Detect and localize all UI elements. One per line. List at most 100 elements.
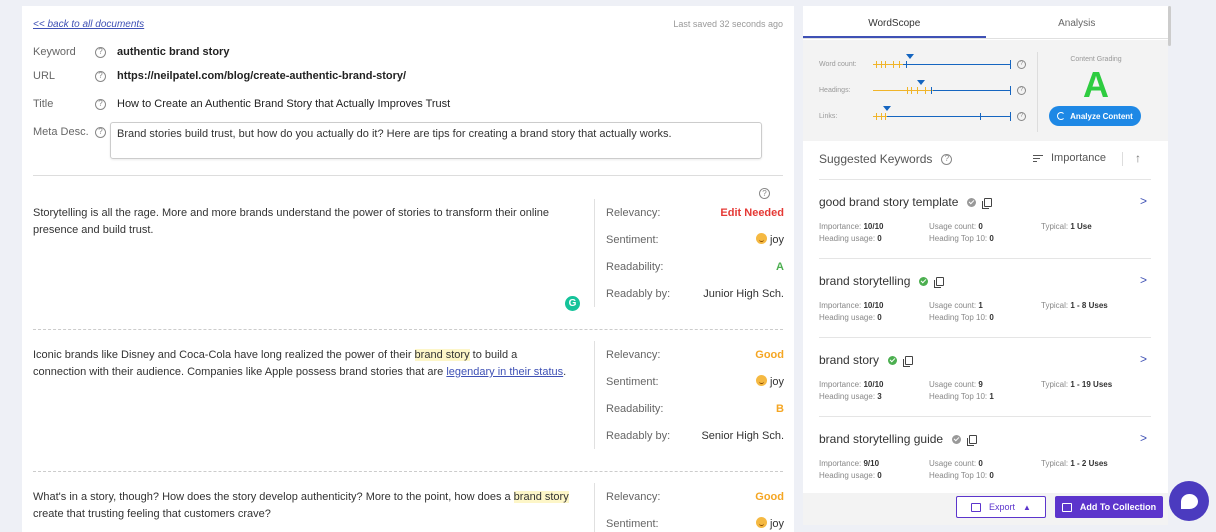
- check-icon: [888, 355, 898, 365]
- content-grading-title: Content Grading: [1070, 56, 1122, 63]
- keyword-name: good brand story template: [819, 195, 959, 209]
- url-label: URL: [33, 70, 56, 82]
- paragraph-link[interactable]: legendary in their status: [446, 366, 563, 378]
- sentiment-value: joy: [769, 234, 784, 246]
- gauge-label: Headings:: [819, 86, 851, 94]
- sort-label: Importance: [1051, 152, 1107, 164]
- keyword-name: brand storytelling guide: [819, 432, 944, 446]
- title-label: Title: [33, 98, 54, 110]
- sentiment-label: Sentiment:: [606, 233, 659, 246]
- sentiment-label: Sentiment:: [606, 375, 659, 388]
- keyword-card[interactable]: good brand story template > Importance: …: [819, 180, 1151, 259]
- sentiment-value: joy: [769, 518, 784, 530]
- url-row: URL ? https://neilpatel.com/blog/create-…: [33, 70, 406, 82]
- analyze-content-button[interactable]: Analyze Content: [1049, 106, 1141, 126]
- help-icon[interactable]: ?: [1017, 85, 1026, 95]
- readability-value: A: [776, 260, 784, 273]
- analyze-label: Analyze Content: [1070, 111, 1133, 121]
- keyword-row: Keyword ? authentic brand story: [33, 46, 229, 58]
- action-bar: Export ▲ Add To Collection: [803, 493, 1168, 525]
- copy-icon[interactable]: [967, 434, 978, 446]
- help-icon[interactable]: ?: [1017, 59, 1026, 69]
- keyword-card[interactable]: brand storytelling > Importance: 10/10 U…: [819, 259, 1151, 338]
- add-to-collection-button[interactable]: Add To Collection: [1055, 496, 1163, 518]
- keyword-card[interactable]: brand story > Importance: 10/10 Usage co…: [819, 338, 1151, 417]
- content-grading-area: Word count: ? Headings: ? Links: ? Conte…: [803, 40, 1168, 141]
- panel-tabs: WordScope Analysis: [803, 6, 1168, 39]
- readability-label: Readability:: [606, 402, 664, 415]
- help-icon[interactable]: ?: [759, 188, 770, 199]
- divider: [1122, 152, 1123, 166]
- readability-label: Readability:: [606, 260, 664, 273]
- chat-button[interactable]: [1169, 481, 1209, 521]
- tab-wordscope[interactable]: WordScope: [803, 6, 986, 38]
- copy-icon[interactable]: [934, 276, 945, 288]
- keyword-card[interactable]: brand storytelling guide > Importance: 9…: [819, 417, 1151, 496]
- relevancy-value: Edit Needed: [720, 206, 784, 219]
- help-icon[interactable]: ?: [95, 98, 106, 110]
- word-count-gauge: Word count: ?: [819, 54, 1026, 69]
- readably-by-value: Senior High Sch.: [701, 429, 784, 442]
- paragraph-2-metrics: Relevancy: Good Sentiment: joy Readability…: [594, 341, 784, 449]
- back-link[interactable]: << back to all documents: [33, 19, 144, 30]
- help-icon[interactable]: ?: [941, 153, 953, 165]
- suggested-keywords-header: Suggested Keywords ?: [819, 152, 963, 166]
- copy-icon[interactable]: [903, 355, 914, 367]
- keyword-name: brand story: [819, 353, 880, 367]
- help-icon[interactable]: ?: [95, 46, 106, 58]
- keyword-value[interactable]: authentic brand story: [117, 46, 229, 58]
- paragraph-1-metrics: Relevancy: Edit Needed Sentiment: joy Read…: [594, 199, 784, 307]
- relevancy-value: Good: [755, 490, 784, 503]
- add-to-collection-label: Add To Collection: [1079, 502, 1157, 512]
- paragraph-3[interactable]: What's in a story, though? How does the …: [33, 489, 573, 523]
- grammarly-icon[interactable]: G: [565, 296, 580, 311]
- chevron-right-icon[interactable]: >: [1140, 352, 1147, 366]
- joy-emoji-icon: [755, 375, 767, 386]
- paragraph-2[interactable]: Iconic brands like Disney and Coca-Cola …: [33, 347, 573, 381]
- last-saved-status: Last saved 32 seconds ago: [673, 19, 783, 29]
- help-icon[interactable]: ?: [95, 70, 106, 82]
- chevron-up-icon: ▲: [1023, 502, 1031, 512]
- meta-desc-row: Meta Desc. ?: [33, 126, 117, 138]
- tab-analysis[interactable]: Analysis: [986, 6, 1169, 38]
- links-gauge: Links: ?: [819, 106, 1026, 121]
- gauge-bar: [873, 80, 1011, 95]
- headings-gauge: Headings: ?: [819, 80, 1026, 95]
- help-icon[interactable]: ?: [1017, 111, 1026, 121]
- relevancy-label: Relevancy:: [606, 206, 661, 219]
- chevron-right-icon[interactable]: >: [1140, 194, 1147, 208]
- sort-icon: [1033, 153, 1043, 164]
- help-icon[interactable]: ?: [95, 126, 106, 138]
- export-button[interactable]: Export ▲: [956, 496, 1046, 518]
- paragraph-3-metrics: Relevancy: Good Sentiment: joy: [594, 483, 784, 532]
- copy-icon[interactable]: [982, 197, 993, 209]
- url-value[interactable]: https://neilpatel.com/blog/create-authen…: [117, 70, 406, 82]
- sentiment-label: Sentiment:: [606, 517, 659, 530]
- title-value[interactable]: How to Create an Authentic Brand Story t…: [117, 98, 450, 110]
- chevron-right-icon[interactable]: >: [1140, 431, 1147, 445]
- divider: [1037, 52, 1038, 132]
- keyword-highlight: brand story: [513, 491, 569, 503]
- sort-dropdown[interactable]: Importance: [1033, 152, 1106, 164]
- check-icon: [919, 276, 929, 286]
- gauge-bar: [873, 54, 1011, 69]
- check-icon: [952, 434, 962, 444]
- keyword-highlight: brand story: [414, 349, 470, 361]
- editor-panel: << back to all documents Last saved 32 s…: [22, 6, 794, 532]
- relevancy-label: Relevancy:: [606, 490, 661, 503]
- wordscope-panel: WordScope Analysis Word count: ? Heading…: [803, 6, 1168, 525]
- divider: [33, 175, 783, 176]
- readably-by-label: Readably by:: [606, 429, 671, 442]
- gauge-label: Word count:: [819, 60, 857, 68]
- export-label: Export: [989, 502, 1016, 512]
- divider: [33, 329, 783, 330]
- sort-direction-icon[interactable]: ↑: [1135, 151, 1141, 165]
- paragraph-1[interactable]: Storytelling is all the rage. More and m…: [33, 205, 573, 239]
- chevron-right-icon[interactable]: >: [1140, 273, 1147, 287]
- meta-desc-input[interactable]: Brand stories build trust, but how do yo…: [110, 122, 762, 159]
- relevancy-value: Good: [755, 348, 784, 361]
- readably-by-value: Junior High Sch.: [703, 287, 784, 300]
- scrollbar[interactable]: [1168, 6, 1171, 46]
- joy-emoji-icon: [755, 233, 767, 244]
- export-icon: [971, 502, 982, 512]
